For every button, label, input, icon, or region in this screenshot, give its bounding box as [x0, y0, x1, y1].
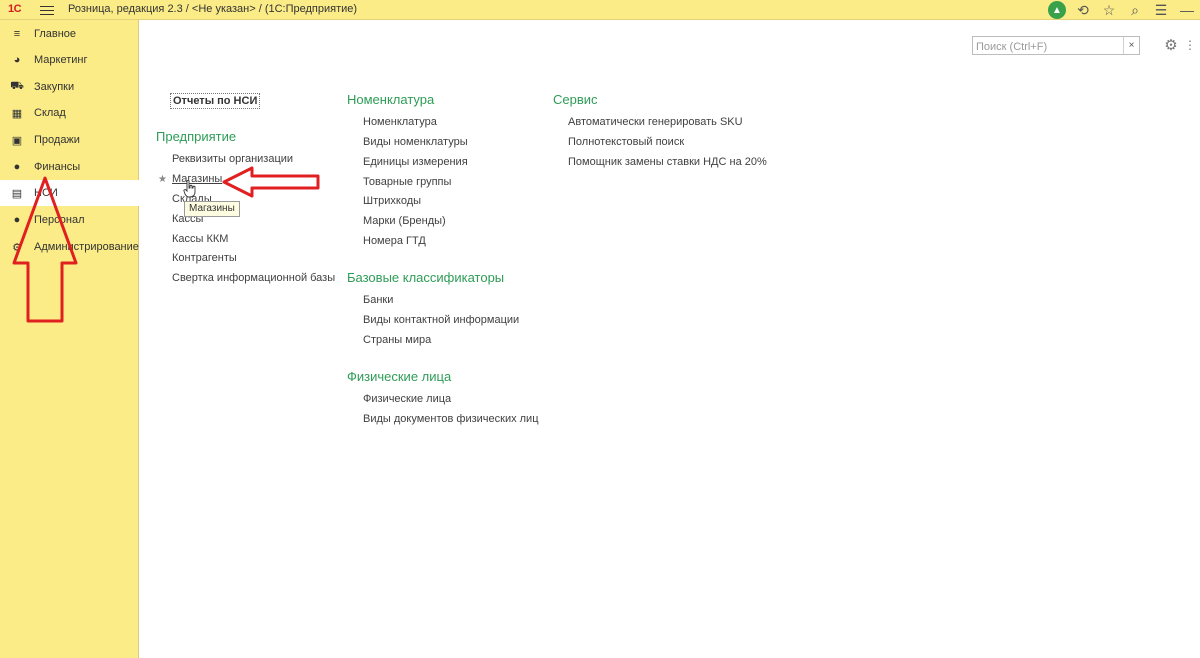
link-db-rollup[interactable]: Свертка информационной базы	[172, 272, 335, 284]
red-arrow-up-icon	[12, 176, 78, 323]
cart-icon: ⛟	[10, 80, 24, 92]
star-icon[interactable]: ☆	[1096, 0, 1122, 20]
sidebar-item-purchases[interactable]: ⛟ Закупки	[0, 74, 139, 100]
section-title-classifiers: Базовые классификаторы	[347, 270, 505, 285]
history-icon[interactable]: ⟲	[1070, 0, 1096, 20]
link-units[interactable]: Единицы измерения	[363, 156, 468, 168]
search-field[interactable]: ×	[972, 36, 1140, 56]
search-icon[interactable]: ⌕	[1122, 0, 1148, 20]
link-banks[interactable]: Банки	[363, 294, 393, 306]
link-countries[interactable]: Страны мира	[363, 334, 431, 346]
link-contact-info-types[interactable]: Виды контактной информации	[363, 314, 519, 326]
link-product-groups[interactable]: Товарные группы	[363, 176, 451, 188]
settings-gear-icon[interactable]: ⚙	[1162, 36, 1180, 54]
sidebar-item-label: Финансы	[34, 161, 81, 173]
sidebar-item-marketing[interactable]: ◕ Маркетинг	[0, 47, 139, 73]
section-title-service: Сервис	[553, 92, 598, 107]
sidebar-item-main[interactable]: ≡ Главное	[0, 21, 139, 47]
window-title: Розница, редакция 2.3 / <Не указан> / (1…	[68, 3, 358, 15]
link-nomenclature[interactable]: Номенклатура	[363, 116, 437, 128]
menu-lines-icon: ≡	[13, 28, 21, 40]
tree-icon[interactable]: ▲	[1044, 0, 1070, 20]
link-gtd-numbers[interactable]: Номера ГТД	[363, 235, 426, 247]
link-stores[interactable]: Магазины	[172, 173, 222, 185]
sidebar-item-label: Главное	[34, 28, 77, 40]
tooltip: Магазины	[184, 201, 240, 217]
favorite-star-icon[interactable]: ★	[158, 174, 167, 185]
section-title-nomenclature: Номенклатура	[347, 92, 435, 107]
sidebar-item-label: Маркетинг	[34, 54, 88, 66]
link-fulltext-search[interactable]: Полнотекстовый поиск	[568, 136, 684, 148]
bag-icon: ▣	[11, 134, 23, 147]
link-barcodes[interactable]: Штрихкоды	[363, 195, 421, 207]
link-id-document-types[interactable]: Виды документов физических лиц	[363, 413, 539, 425]
main-content: × ⚙ ⋮ Отчеты по НСИ Предприятие Реквизит…	[140, 20, 1200, 658]
minimize-icon[interactable]: —	[1174, 0, 1200, 20]
link-nomenclature-types[interactable]: Виды номенклатуры	[363, 136, 468, 148]
section-title-enterprise: Предприятие	[156, 129, 237, 144]
sidebar-item-label: Продажи	[34, 134, 80, 146]
reports-nsi-button[interactable]: Отчеты по НСИ	[170, 93, 261, 109]
hamburger-menu-icon[interactable]	[40, 3, 54, 17]
pie-icon: ◕	[13, 54, 21, 66]
sidebar-item-warehouse[interactable]: ▦ Склад	[0, 100, 139, 126]
link-counterparties[interactable]: Контрагенты	[172, 252, 237, 264]
coin-icon: ●	[13, 161, 21, 173]
link-individuals[interactable]: Физические лица	[363, 393, 451, 405]
section-title-individuals: Физические лица	[347, 369, 452, 384]
sidebar-item-label: Склад	[34, 107, 66, 119]
search-clear-button[interactable]: ×	[1123, 37, 1139, 54]
sidebar-item-sales[interactable]: ▣ Продажи	[0, 127, 139, 153]
sidebar: ≡ Главное ◕ Маркетинг ⛟ Закупки ▦ Склад …	[0, 20, 139, 658]
hand-cursor-icon	[183, 180, 196, 198]
link-kkm-cash-desks[interactable]: Кассы ККМ	[172, 233, 228, 245]
menu-icon[interactable]: ☰	[1148, 0, 1174, 20]
title-bar: 1С Розница, редакция 2.3 / <Не указан> /…	[0, 0, 1200, 20]
app-logo[interactable]: 1С	[8, 3, 30, 17]
search-input[interactable]	[973, 38, 1123, 56]
sidebar-item-label: Закупки	[34, 81, 75, 93]
link-org-details[interactable]: Реквизиты организации	[172, 153, 293, 165]
grid-icon: ▦	[11, 107, 23, 120]
link-auto-sku[interactable]: Автоматически генерировать SKU	[568, 116, 743, 128]
link-vat-assistant[interactable]: Помощник замены ставки НДС на 20%	[568, 156, 767, 168]
link-brands[interactable]: Марки (Бренды)	[363, 215, 446, 227]
more-options-icon[interactable]: ⋮	[1184, 36, 1196, 54]
red-arrow-left-icon	[222, 166, 320, 198]
